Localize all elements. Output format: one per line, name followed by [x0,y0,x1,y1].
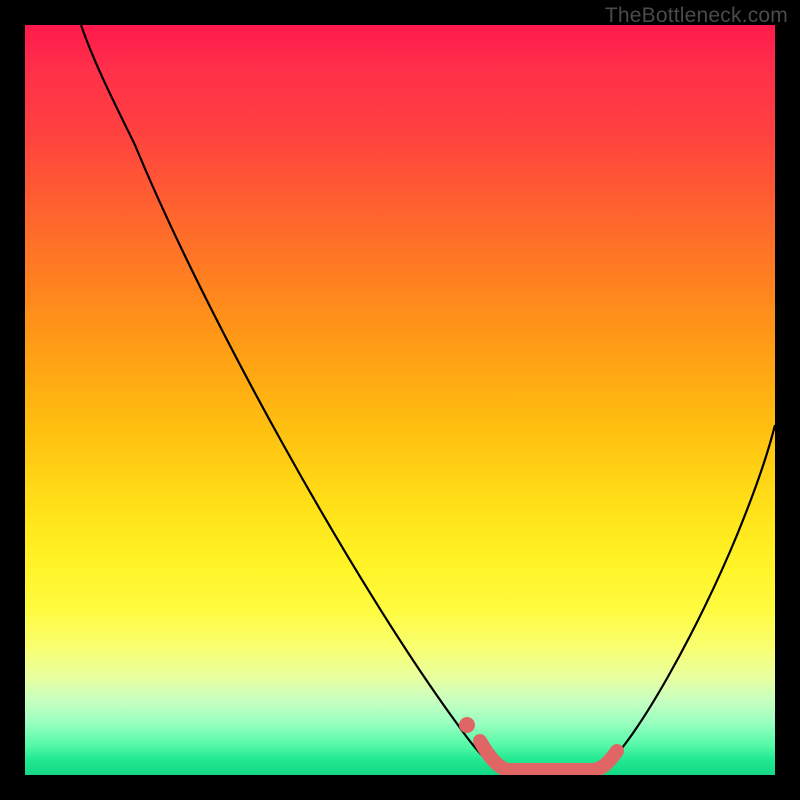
optimal-zone-highlight [480,741,617,770]
chart-svg [25,25,775,775]
plot-area [25,25,775,775]
optimal-dot [459,717,475,733]
watermark-text: TheBottleneck.com [605,4,788,28]
bottleneck-curve-left [81,25,501,770]
bottleneck-curve-right [601,425,775,770]
chart-frame: TheBottleneck.com [0,0,800,800]
